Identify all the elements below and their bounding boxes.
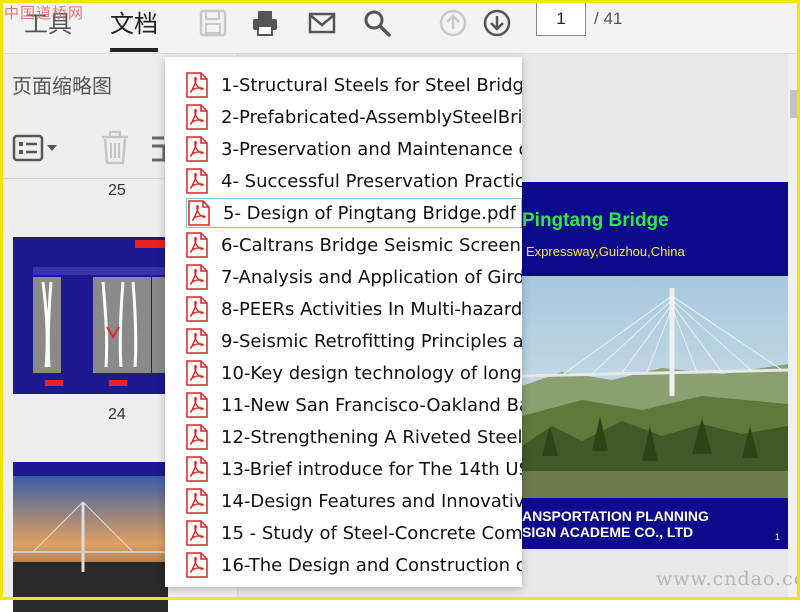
file-item[interactable]: 6-Caltrans Bridge Seismic Screening — [185, 230, 522, 260]
slide-footer-line1: ANSPORTATION PLANNING — [522, 508, 709, 524]
file-name: 13-Brief introduce for The 14th USA — [221, 458, 522, 480]
file-name: 10-Key design technology of longspan — [221, 362, 522, 384]
file-item[interactable]: 11-New San Francisco-Oakland Bay — [185, 390, 522, 420]
file-item[interactable]: 10-Key design technology of longspan — [185, 358, 522, 388]
file-item[interactable]: 8-PEERs Activities In Multi-hazard — [185, 294, 522, 324]
bridge-photo — [522, 276, 788, 498]
main-toolbar: 工具 文档 1 / 41 — [0, 0, 800, 54]
file-name: 11-New San Francisco-Oakland Bay — [221, 394, 522, 416]
pdf-file-icon — [185, 360, 209, 386]
pdf-file-icon — [185, 552, 209, 578]
document-page: Pingtang Bridge Expressway,Guizhou,China — [522, 182, 788, 549]
active-tab-indicator — [110, 48, 158, 52]
file-item[interactable]: 4- Successful Preservation Practices — [185, 166, 522, 196]
watermark-top: 中国道桥网 — [4, 4, 85, 22]
pdf-file-icon — [185, 328, 209, 354]
file-item[interactable]: 14-Design Features and Innovative — [185, 486, 522, 516]
file-name: 15 - Study of Steel-Concrete Composite — [221, 522, 522, 544]
pdf-file-icon — [185, 456, 209, 482]
watermark-bottom: www.cndao.com — [656, 568, 800, 590]
file-name: 16-The Design and Construction of — [221, 554, 522, 576]
file-name: 3-Preservation and Maintenance of — [221, 138, 522, 160]
delete-icon[interactable] — [98, 130, 132, 166]
file-item-selected[interactable]: 5- Design of Pingtang Bridge.pdf — [186, 198, 522, 228]
file-item[interactable]: 3-Preservation and Maintenance of — [185, 134, 522, 164]
pdf-file-icon — [185, 296, 209, 322]
pdf-file-icon — [185, 520, 209, 546]
slide-page-number: 1 — [774, 532, 780, 542]
tab-document[interactable]: 文档 — [110, 4, 158, 52]
file-name: 12-Strengthening A Riveted Steel Truss — [221, 426, 522, 448]
pdf-file-icon — [185, 168, 209, 194]
file-name: 2-Prefabricated-AssemblySteelBridges — [221, 106, 522, 128]
thumbnail-number-current: 24 — [108, 406, 126, 423]
pdf-file-icon — [187, 200, 211, 226]
scrollbar-thumb[interactable] — [790, 90, 798, 118]
file-name: 7-Analysis and Application of Girder — [221, 266, 522, 288]
search-icon[interactable] — [360, 6, 394, 40]
pdf-file-icon — [185, 72, 209, 98]
pdf-file-icon — [185, 136, 209, 162]
file-item[interactable]: 15 - Study of Steel-Concrete Composite — [185, 518, 522, 548]
tab-document-label: 文档 — [110, 10, 158, 38]
file-item[interactable]: 7-Analysis and Application of Girder — [185, 262, 522, 292]
pdf-file-icon — [185, 392, 209, 418]
file-name: 14-Design Features and Innovative — [221, 490, 522, 512]
file-name: 6-Caltrans Bridge Seismic Screening — [221, 234, 522, 256]
pdf-file-icon — [185, 104, 209, 130]
page-down-icon[interactable] — [480, 6, 514, 40]
file-item[interactable]: 13-Brief introduce for The 14th USA — [185, 454, 522, 484]
slide-title: Pingtang Bridge — [522, 210, 669, 231]
email-icon[interactable] — [305, 6, 339, 40]
file-name: 9-Seismic Retrofitting Principles and — [221, 330, 522, 352]
page-up-icon[interactable] — [436, 6, 470, 40]
list-view-icon[interactable] — [12, 132, 60, 164]
thumbnail-page-25[interactable] — [13, 462, 168, 612]
file-item[interactable]: 9-Seismic Retrofitting Principles and — [185, 326, 522, 356]
file-name: 5- Design of Pingtang Bridge.pdf — [223, 202, 517, 224]
document-scrollbar[interactable] — [788, 54, 800, 600]
thumbnail-number-prev: 25 — [108, 182, 126, 199]
save-icon[interactable] — [196, 6, 230, 40]
file-name: 1-Structural Steels for Steel Bridges — [221, 74, 522, 96]
file-name: 8-PEERs Activities In Multi-hazard — [221, 298, 522, 320]
page-total-label: / 41 — [594, 9, 623, 28]
pdf-file-icon — [185, 264, 209, 290]
document-list-dropdown: 1-Structural Steels for Steel Bridges 2-… — [165, 57, 522, 587]
slide-subtitle: Expressway,Guizhou,China — [526, 244, 685, 259]
file-item[interactable]: 2-Prefabricated-AssemblySteelBridges — [185, 102, 522, 132]
pdf-file-icon — [185, 488, 209, 514]
file-item[interactable]: 12-Strengthening A Riveted Steel Truss — [185, 422, 522, 452]
panel-title: 页面缩略图 — [12, 74, 112, 98]
pdf-file-icon — [185, 424, 209, 450]
thumbnail-page-24[interactable] — [13, 237, 168, 394]
file-name: 4- Successful Preservation Practices — [221, 170, 522, 192]
file-item[interactable]: 16-The Design and Construction of — [185, 550, 522, 580]
pdf-file-icon — [185, 232, 209, 258]
print-icon[interactable] — [248, 6, 282, 40]
file-item[interactable]: 1-Structural Steels for Steel Bridges — [185, 70, 522, 100]
slide-footer-line2: SIGN ACADEME CO., LTD — [522, 524, 694, 540]
page-number-input[interactable]: 1 — [536, 2, 586, 36]
